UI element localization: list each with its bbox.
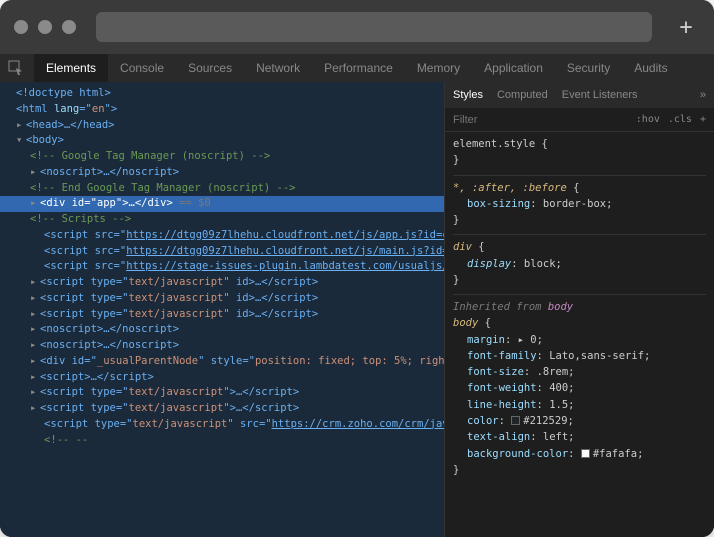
dom-body[interactable]: <body> xyxy=(26,134,64,146)
styles-filter-input[interactable] xyxy=(453,114,636,126)
rule-universal[interactable]: *, :after, :before { box-sizing: border-… xyxy=(453,180,706,229)
dom-noscript3[interactable]: <noscript>…</noscript> xyxy=(40,339,179,351)
tab-sources[interactable]: Sources xyxy=(176,54,244,82)
hov-button[interactable]: :hov xyxy=(636,114,660,125)
dom-noscript1[interactable]: <noscript>…</noscript> xyxy=(40,166,179,178)
tab-application[interactable]: Application xyxy=(472,54,555,82)
url-bar[interactable] xyxy=(96,12,652,42)
dom-script-zoho[interactable]: <script type="text/javascript" src="http… xyxy=(0,417,444,433)
tab-audits[interactable]: Audits xyxy=(622,54,679,82)
traffic-lights xyxy=(14,20,76,34)
styles-tab-computed[interactable]: Computed xyxy=(497,89,548,101)
dom-tree[interactable]: <!doctype html> <html lang="en"> ▸<head>… xyxy=(0,82,444,537)
tab-memory[interactable]: Memory xyxy=(405,54,472,82)
close-light[interactable] xyxy=(14,20,28,34)
dom-script-tj3[interactable]: <script type="text/javascript" id>…</scr… xyxy=(40,308,318,320)
styles-more-icon[interactable]: » xyxy=(700,89,706,101)
rule-element-style[interactable]: element.style { } xyxy=(453,136,706,169)
devtools-tabs: Elements Console Sources Network Perform… xyxy=(0,54,714,82)
titlebar: + xyxy=(0,0,714,54)
inherited-from: Inherited from body xyxy=(453,294,706,315)
dom-comment-gtm1: <!-- Google Tag Manager (noscript) --> xyxy=(30,150,270,162)
dom-script-usual[interactable]: <script src="https://stage-issues-plugin… xyxy=(0,259,444,275)
inspect-icon[interactable] xyxy=(8,60,24,76)
dom-script-app[interactable]: <script src="https://dtgg09z7lhehu.cloud… xyxy=(0,228,444,244)
dom-usual-div[interactable]: <div id="_usualParentNode" style="positi… xyxy=(40,355,444,367)
browser-window: + Elements Console Sources Network Perfo… xyxy=(0,0,714,537)
dom-script-tj4[interactable]: <script type="text/javascript">…</script… xyxy=(40,386,299,398)
dom-app-div[interactable]: ▸<div id="app">…</div> == $0 xyxy=(0,196,444,212)
tab-security[interactable]: Security xyxy=(555,54,622,82)
panels: <!doctype html> <html lang="en"> ▸<head>… xyxy=(0,82,714,537)
filter-row: :hov .cls + xyxy=(445,108,714,132)
tab-performance[interactable]: Performance xyxy=(312,54,405,82)
cls-button[interactable]: .cls xyxy=(668,114,692,125)
rule-div[interactable]: div { display: block; } xyxy=(453,239,706,288)
dom-script-e1[interactable]: <script>…</script> xyxy=(40,371,154,383)
dom-comment-scripts: <!-- Scripts --> xyxy=(30,213,131,225)
dom-script-tj2[interactable]: <script type="text/javascript" id>…</scr… xyxy=(40,292,318,304)
add-rule-button[interactable]: + xyxy=(700,114,706,125)
dom-script-tj1[interactable]: <script type="text/javascript" id>…</scr… xyxy=(40,276,318,288)
styles-panel: Styles Computed Event Listeners » :hov .… xyxy=(444,82,714,537)
rule-body[interactable]: body { margin: ▸ 0; font-family: Lato,sa… xyxy=(453,315,706,478)
dom-noscript2[interactable]: <noscript>…</noscript> xyxy=(40,323,179,335)
dom-html[interactable]: <html lang="en"> xyxy=(16,103,117,115)
new-tab-button[interactable]: + xyxy=(672,13,700,41)
tab-console[interactable]: Console xyxy=(108,54,176,82)
dom-script-main[interactable]: <script src="https://dtgg09z7lhehu.cloud… xyxy=(0,244,444,260)
tab-network[interactable]: Network xyxy=(244,54,312,82)
styles-tabs: Styles Computed Event Listeners » xyxy=(445,82,714,108)
dom-script-tj5[interactable]: <script type="text/javascript">…</script… xyxy=(40,402,299,414)
devtools: Elements Console Sources Network Perform… xyxy=(0,54,714,537)
dom-doctype[interactable]: <!doctype html> xyxy=(16,87,111,99)
dom-comment-trailing: <!-- -- xyxy=(44,434,88,446)
styles-tab-listeners[interactable]: Event Listeners xyxy=(562,89,638,101)
styles-tab-styles[interactable]: Styles xyxy=(453,89,483,101)
maximize-light[interactable] xyxy=(62,20,76,34)
dom-comment-gtm2: <!-- End Google Tag Manager (noscript) -… xyxy=(30,182,296,194)
styles-content[interactable]: element.style { } *, :after, :before { b… xyxy=(445,132,714,537)
tab-elements[interactable]: Elements xyxy=(34,54,108,82)
dom-head[interactable]: <head>…</head> xyxy=(26,119,115,131)
minimize-light[interactable] xyxy=(38,20,52,34)
